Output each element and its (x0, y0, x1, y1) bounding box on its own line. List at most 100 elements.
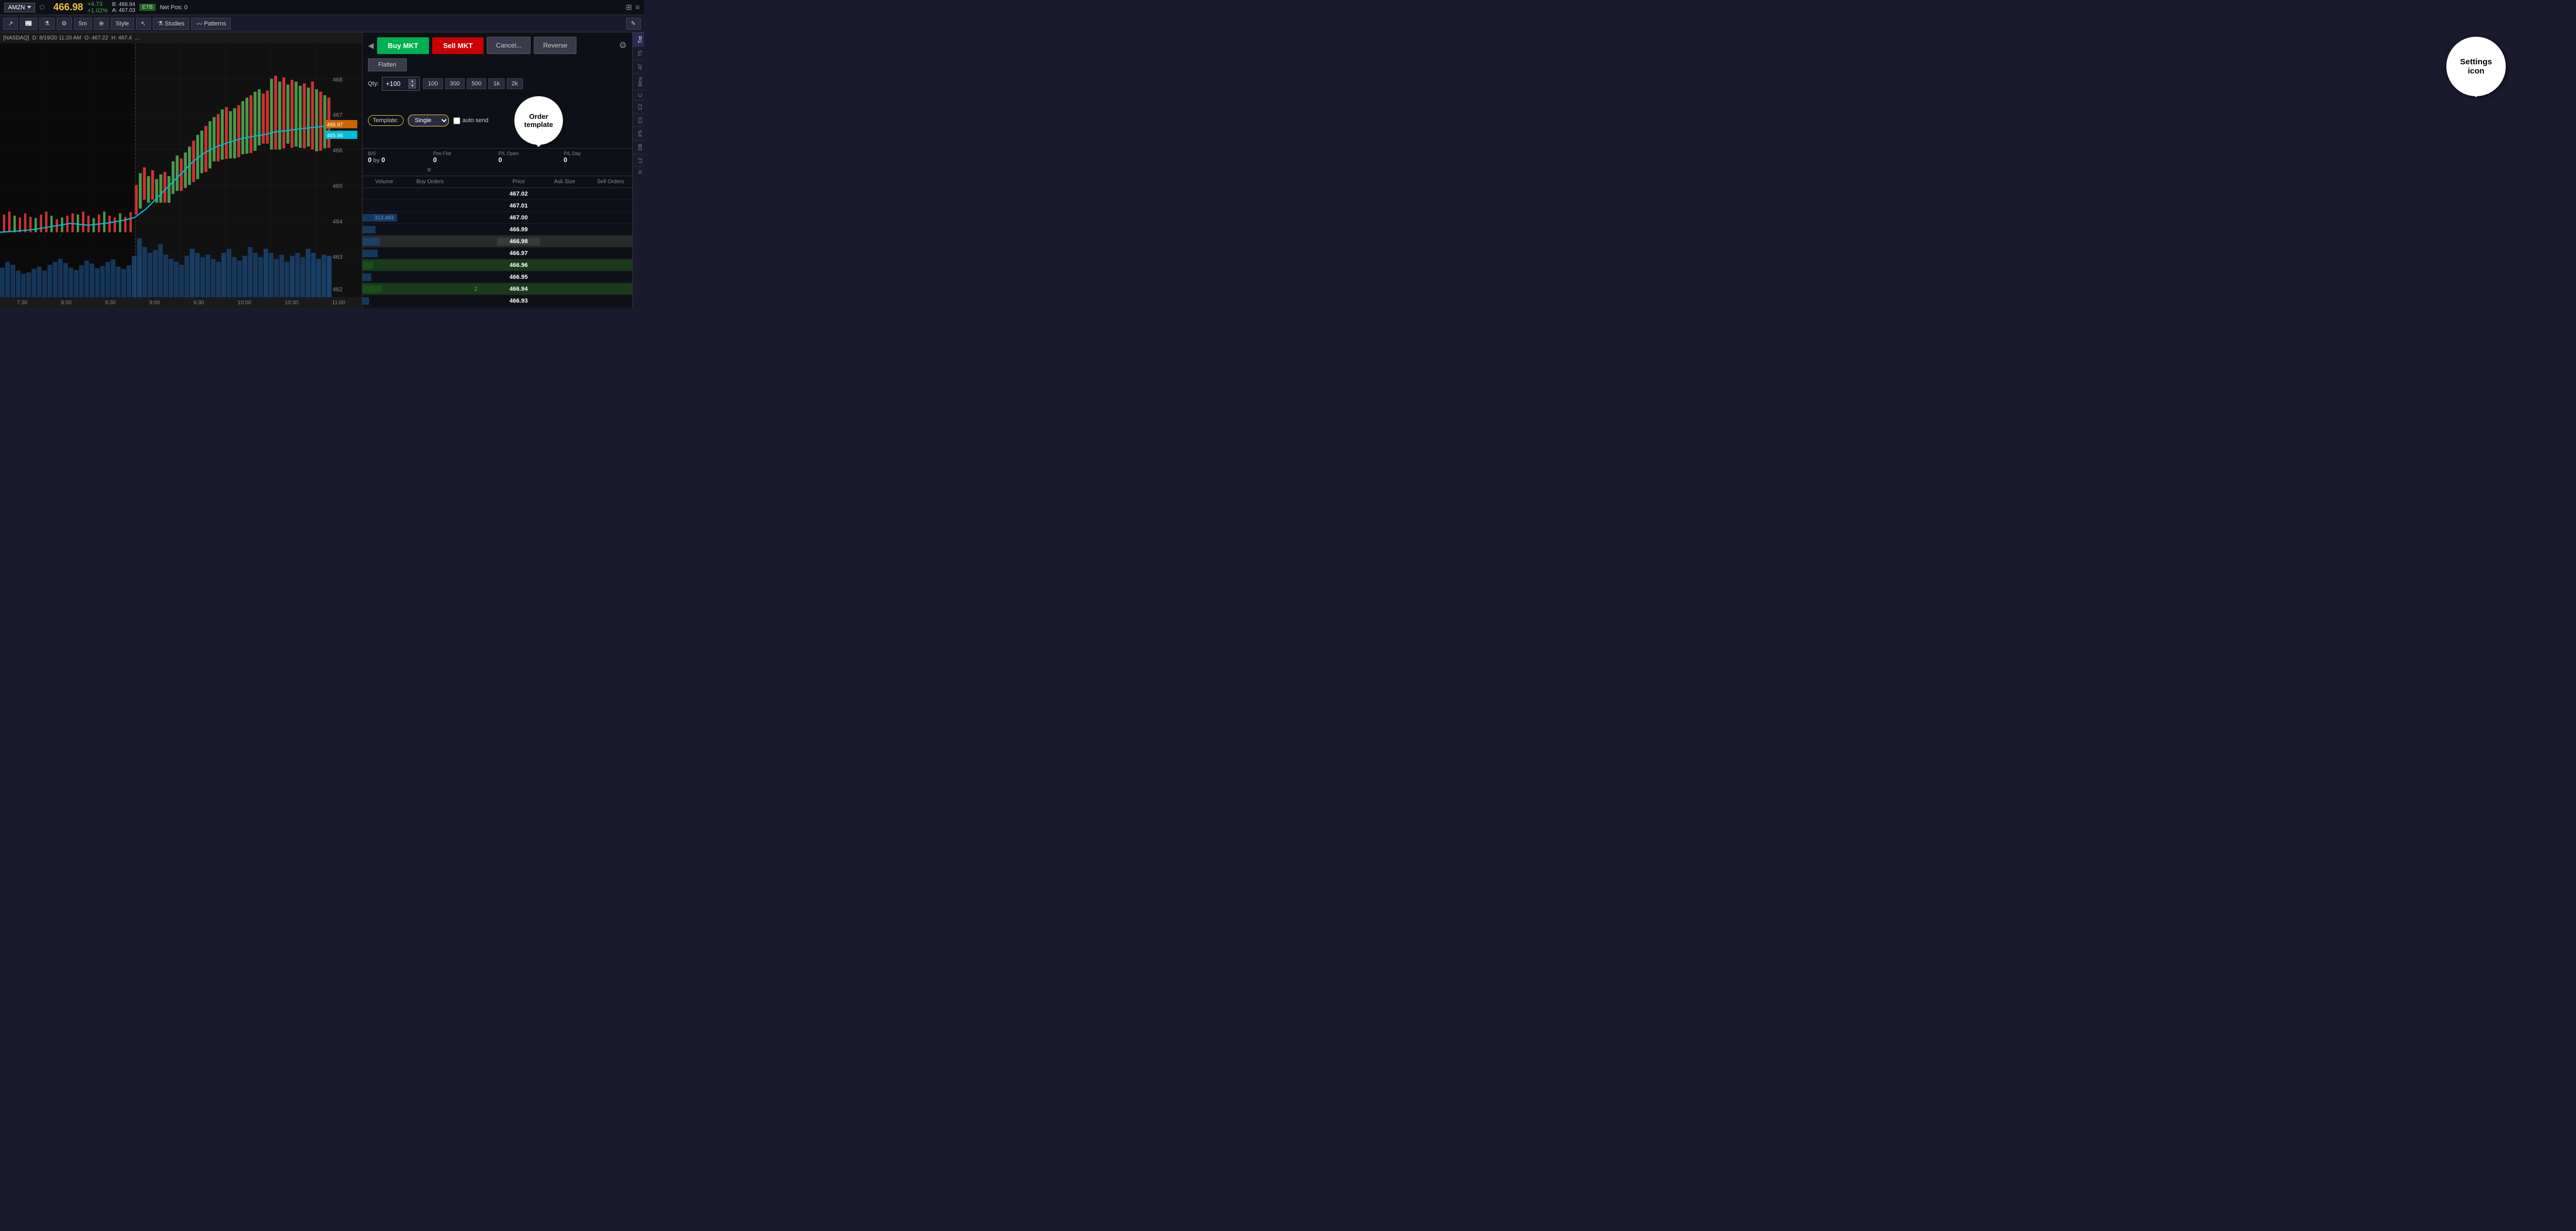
news-button[interactable]: 📰 (20, 18, 37, 30)
pos-flat-value: 0 (433, 156, 497, 164)
dom-cell-price[interactable]: 467.00 (497, 214, 540, 222)
dom-cell-buy-orders (406, 277, 454, 278)
dom-row: 466.99 (363, 224, 632, 236)
collapse-arrow-icon[interactable]: ◀ (368, 41, 374, 50)
timeframe-button[interactable]: 5m (74, 18, 92, 30)
time-label-1000: 10:00 (238, 300, 251, 306)
settings-button[interactable]: ⚙ (57, 18, 72, 30)
dom-cell-size: 2 (454, 285, 497, 293)
auto-send-checkbox[interactable] (453, 117, 460, 124)
dom-cell-ask-size (540, 241, 589, 242)
qty-up-button[interactable]: ▲ (408, 79, 416, 84)
dom-cell-volume: 313,483 (363, 214, 406, 222)
settings-icon-annotation: Settingsicon (2446, 37, 2506, 96)
dom-row: 466.97 (363, 247, 632, 259)
sidebar-tab-ps[interactable]: PS (633, 126, 644, 140)
pos-bs-value: 0 by 0 (368, 156, 431, 164)
patterns-button[interactable]: 〰 Patterns (191, 18, 231, 30)
dom-header-price: Price (497, 178, 540, 186)
dom-cell-size (454, 241, 497, 242)
dom-cell-buy-orders (406, 217, 454, 218)
sidebar-tab-trd[interactable]: Trd (633, 32, 644, 46)
qty-preset-300[interactable]: 300 (445, 78, 465, 89)
sidebar-tab-at[interactable]: AT (633, 60, 644, 73)
dom-cell-volume (363, 262, 406, 269)
settings-annotation-text: Settingsicon (2460, 57, 2492, 76)
open-label: O: 467.22 (84, 35, 108, 41)
studies-button[interactable]: ⚗ Studies (153, 18, 190, 30)
sidebar-tab-c3[interactable]: C3 (633, 113, 644, 127)
auto-send-label: auto send (462, 117, 488, 124)
qty-input[interactable]: +100 ▲ ▼ (382, 77, 420, 91)
svg-text:466.97: 466.97 (327, 122, 343, 128)
sidebar-tab-c2[interactable]: C2 (633, 100, 644, 113)
draw-button[interactable]: ✎ (626, 18, 641, 30)
cursor-icon: ↖ (141, 20, 146, 27)
time-label-730: 7:30 (17, 300, 27, 306)
time-label-800: 8:00 (61, 300, 71, 306)
qty-preset-1k[interactable]: 1k (488, 78, 505, 89)
sell-mkt-button[interactable]: Sell MKT (432, 37, 484, 54)
crosshair-button[interactable]: ⊕ (94, 18, 109, 30)
qty-preset-500[interactable]: 500 (467, 78, 486, 89)
dom-cell-size (454, 217, 497, 218)
sidebar-tab-n[interactable]: N (633, 166, 644, 177)
sidebar-tab-ts[interactable]: TS (633, 46, 644, 60)
settings-gear-button[interactable]: ⚙ (619, 40, 627, 51)
sidebar-tab-db[interactable]: DB (633, 140, 644, 154)
dom-cell-volume (363, 190, 406, 198)
reverse-button[interactable]: Reverse (534, 37, 576, 54)
symbol-text: AMZN (8, 4, 25, 11)
sidebar-tab-c[interactable]: C (633, 90, 644, 101)
qty-stepper[interactable]: ▲ ▼ (408, 79, 416, 89)
dom-cell-price[interactable]: 466.95 (497, 273, 540, 281)
pos-bs-col: B/S 0 by 0 (368, 151, 431, 164)
dom-cell-volume (363, 250, 406, 257)
dom-cell-price[interactable]: 466.97 (497, 250, 540, 257)
dom-settings-icon[interactable]: ≡ (427, 166, 431, 173)
pl-day-col: P/L Day 0 (564, 151, 627, 164)
time-label-930: 9:30 (193, 300, 204, 306)
cancel-button[interactable]: Cancel... (487, 37, 531, 54)
sidebar-tab-btns[interactable]: Btns (633, 73, 644, 90)
menu-icon[interactable]: ≡ (635, 3, 640, 12)
dom-cell-price[interactable]: 466.96 (497, 262, 540, 269)
template-select[interactable]: Single OCO Bracket (408, 115, 449, 126)
dom-cell-sell-orders (589, 241, 632, 242)
share-icon: ↗ (8, 20, 13, 27)
dom-cell-buy-orders (406, 205, 454, 206)
cursor-button[interactable]: ↖ (136, 18, 151, 30)
buy-mkt-button[interactable]: Buy MKT (377, 37, 429, 54)
qty-preset-2k[interactable]: 2k (507, 78, 523, 89)
dom-cell-price-current[interactable]: 466.98 (497, 238, 540, 245)
qty-down-button[interactable]: ▼ (408, 84, 416, 89)
dom-cell-buy-orders (406, 265, 454, 266)
flatten-button[interactable]: Flatten (368, 58, 407, 71)
dom-cell-price[interactable]: 466.99 (497, 226, 540, 233)
dom-cell-sell-orders (589, 277, 632, 278)
chart-canvas: 468 467 466 465 464 463 462 466.97 465.9… (0, 43, 362, 297)
style-label: Style (116, 21, 129, 27)
grid-icon[interactable]: ⊞ (626, 3, 632, 12)
style-button[interactable]: Style (111, 18, 133, 30)
dom-cell-price[interactable]: 466.94 (497, 285, 540, 293)
dom-cell-size (454, 277, 497, 278)
dropdown-arrow-icon (27, 6, 31, 9)
dom-row: 313,483 467.00 (363, 212, 632, 224)
dom-cell-size (454, 265, 497, 266)
svg-text:465.96: 465.96 (327, 133, 343, 139)
order-buttons-row: ◀ Buy MKT Sell MKT Cancel... Reverse ⚙ (363, 32, 632, 58)
gear-icon: ⚙ (62, 20, 67, 27)
symbol-dropdown[interactable]: AMZN (4, 3, 35, 12)
chart-area: [NASDAQ] D: 8/19/20 11:20 AM O: 467.22 H… (0, 32, 362, 308)
share-button[interactable]: ↗ (3, 18, 18, 30)
dom-cell-price[interactable]: 466.93 (497, 297, 540, 305)
dom-cell-price[interactable]: 467.01 (497, 202, 540, 210)
qty-preset-100[interactable]: 100 (423, 78, 442, 89)
dom-cell-price[interactable]: 467.02 (497, 190, 540, 198)
indicator-button[interactable]: ⚗ (39, 18, 55, 30)
price-icon: ⬡ (39, 4, 45, 11)
sidebar-tab-l2[interactable]: L2 (633, 154, 644, 166)
timeframe-label: 5m (79, 21, 87, 27)
main-layout: [NASDAQ] D: 8/19/20 11:20 AM O: 467.22 H… (0, 32, 644, 308)
